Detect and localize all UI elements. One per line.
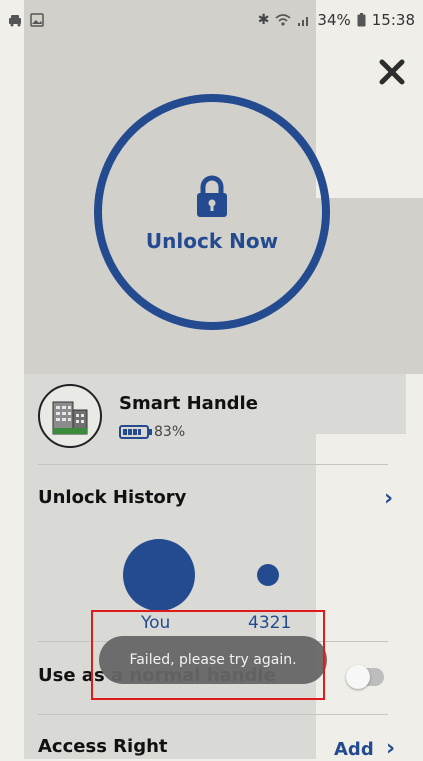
normal-handle-toggle[interactable] xyxy=(346,665,384,689)
device-name: Smart Handle xyxy=(119,393,258,414)
lock-icon xyxy=(197,175,227,217)
access-right-title: Access Right xyxy=(38,736,168,757)
unlock-panel-background-right xyxy=(316,198,423,374)
access-right-add-label: Add xyxy=(334,739,374,760)
history-bubble-4321 xyxy=(257,564,279,586)
device-battery-fill xyxy=(123,429,141,435)
unlock-history-chevron-icon[interactable]: › xyxy=(384,486,393,511)
history-bubble-you xyxy=(123,539,195,611)
device-battery: 83% xyxy=(119,424,185,440)
device-card-background-right xyxy=(316,434,423,759)
image-notification-icon xyxy=(30,13,44,27)
car-notification-icon xyxy=(9,15,21,27)
close-icon xyxy=(379,59,405,85)
unlock-now-label: Unlock Now xyxy=(145,229,279,253)
status-bar: ✱ 34% 15:38 xyxy=(0,0,423,40)
clock: 15:38 xyxy=(371,11,415,29)
access-right-add-button[interactable]: Add › xyxy=(334,736,395,761)
bluetooth-icon: ✱ xyxy=(257,12,270,28)
divider xyxy=(38,714,388,715)
device-battery-icon xyxy=(119,425,152,439)
battery-icon xyxy=(357,13,366,27)
device-battery-percent: 83% xyxy=(154,424,186,440)
close-button[interactable] xyxy=(374,54,410,90)
unlock-history-title: Unlock History xyxy=(38,487,187,508)
battery-percent: 34% xyxy=(317,11,351,29)
highlight-box xyxy=(91,610,325,700)
toggle-knob xyxy=(346,665,370,689)
unlock-now-button[interactable]: Unlock Now xyxy=(94,94,330,330)
device-avatar xyxy=(38,384,102,448)
signal-icon xyxy=(298,17,309,26)
divider xyxy=(38,464,388,465)
wifi-icon xyxy=(275,14,291,26)
building-icon xyxy=(52,401,88,435)
chevron-right-icon: › xyxy=(385,736,396,761)
status-bar-right: ✱ 34% 15:38 xyxy=(258,11,415,29)
status-bar-left xyxy=(8,13,44,27)
